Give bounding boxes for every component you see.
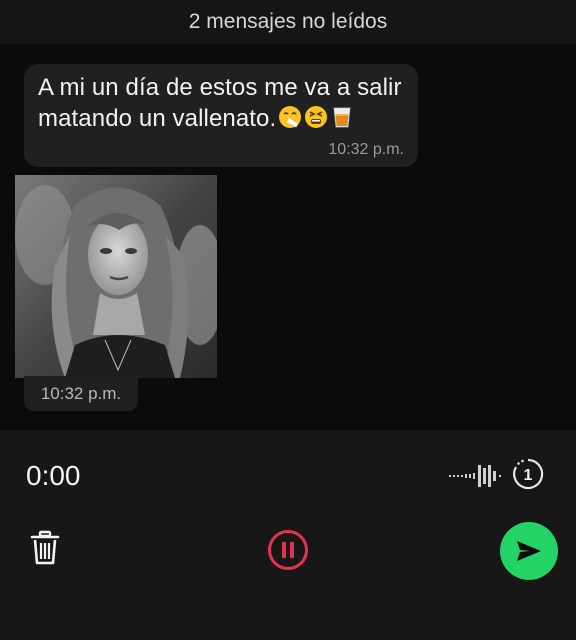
image-message[interactable] xyxy=(15,175,217,378)
tumbler-glass-emoji-icon xyxy=(333,107,351,128)
message-timestamp: 10:32 p.m. xyxy=(328,141,404,158)
tired-face-emoji-icon xyxy=(305,106,328,128)
chat-area[interactable]: A mi un día de estos me va a salir matan… xyxy=(0,44,576,430)
view-once-count: 1 xyxy=(524,467,533,484)
view-once-timer-icon[interactable]: 1 xyxy=(511,457,545,496)
recording-timer: 0:00 xyxy=(26,460,81,491)
sneezing-face-emoji-icon xyxy=(279,106,302,128)
unread-messages-label: 2 mensajes no leídos xyxy=(188,10,388,33)
pause-recording-button[interactable] xyxy=(267,529,309,576)
image-timestamp: 10:32 p.m. xyxy=(24,376,138,411)
grayscale-photo-woman xyxy=(15,175,217,378)
waveform-icon xyxy=(449,465,501,487)
message-text: A mi un día de estos me va a salir matan… xyxy=(38,72,404,134)
send-icon xyxy=(517,541,541,561)
delete-recording-button[interactable] xyxy=(30,530,60,571)
voice-recorder-panel: 0:00 1 xyxy=(0,430,576,640)
pause-icon xyxy=(268,530,308,570)
trash-icon xyxy=(30,530,60,565)
incoming-message-bubble[interactable]: A mi un día de estos me va a salir matan… xyxy=(24,64,418,167)
unread-messages-banner: 2 mensajes no leídos xyxy=(0,0,576,44)
send-voice-note-button[interactable] xyxy=(500,522,558,580)
